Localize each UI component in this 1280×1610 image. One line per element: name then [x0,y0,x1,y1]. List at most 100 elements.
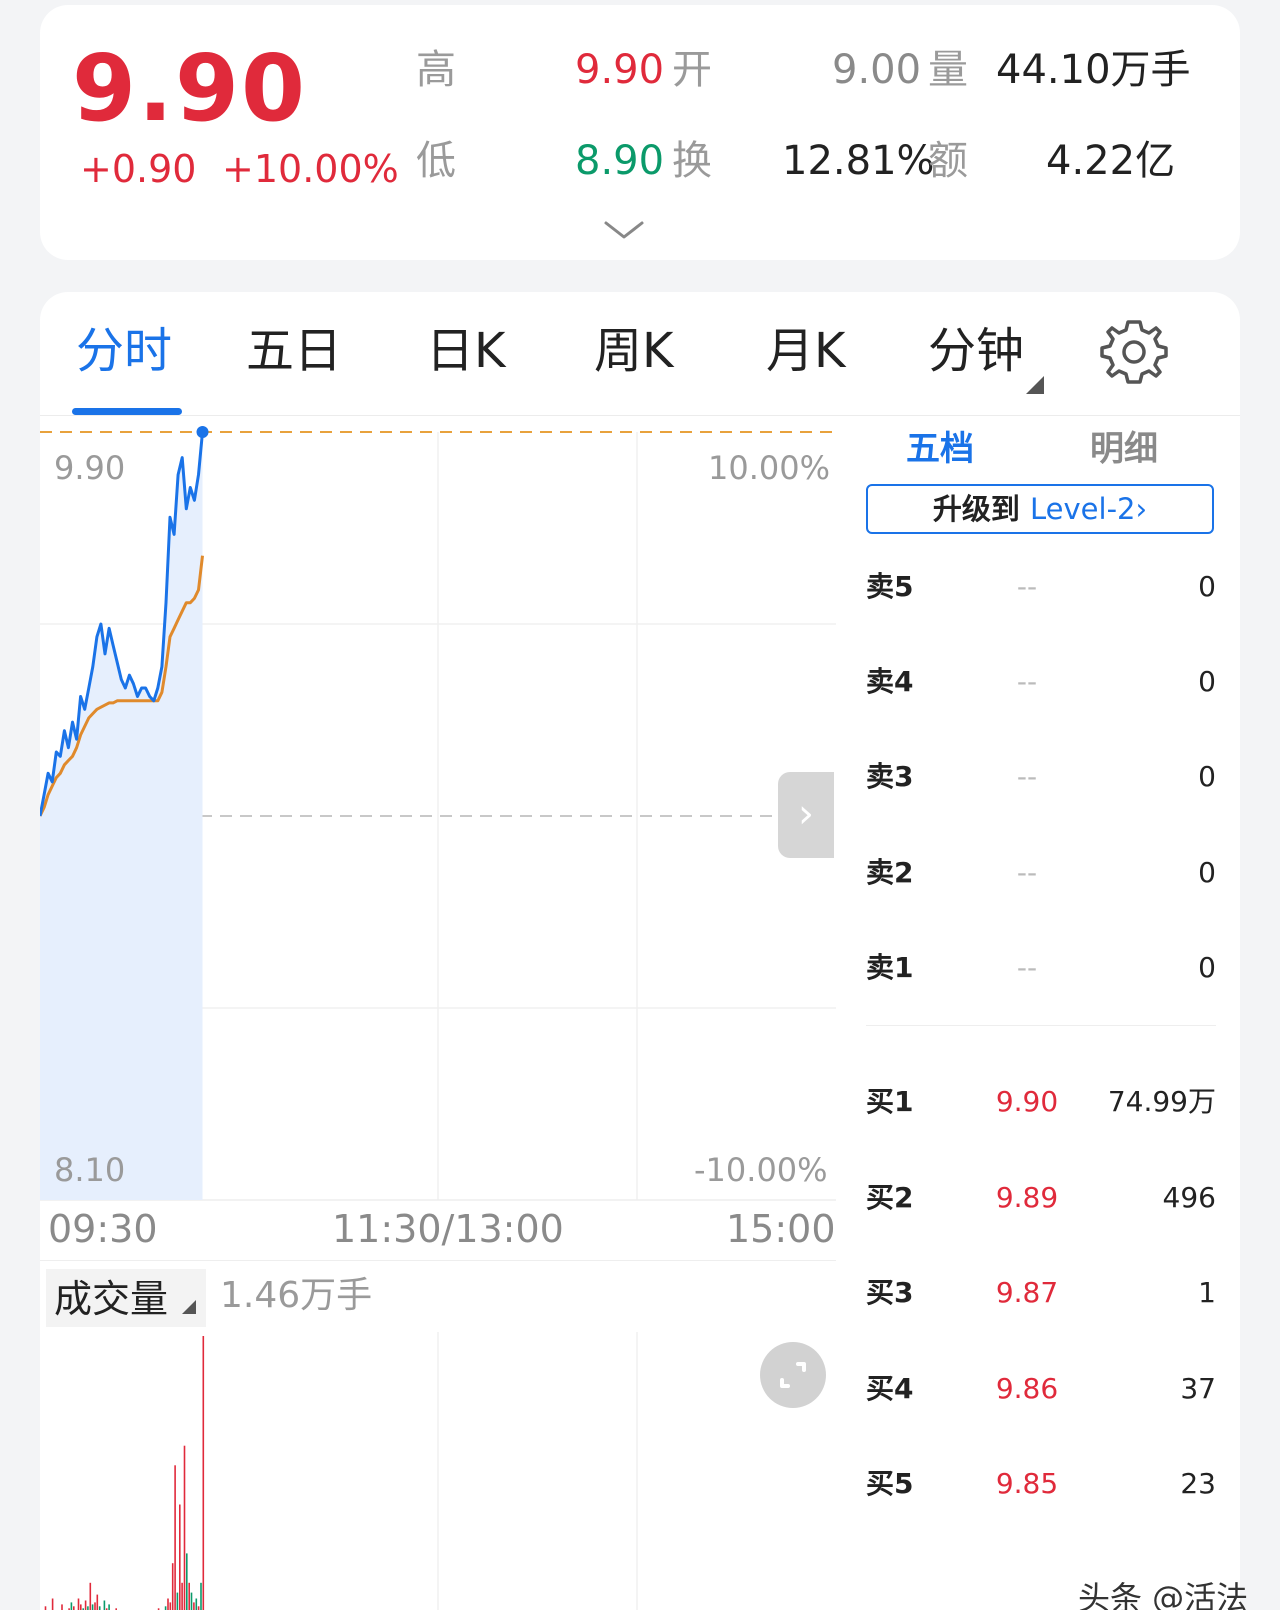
ob-volume: 496 [1162,1181,1216,1214]
volume-bar [195,1598,198,1610]
fullscreen-icon [780,1362,806,1388]
tab-five-levels[interactable]: 五档 [906,432,974,466]
ob-price: -- [1016,570,1038,603]
high-value: 9.90 [575,47,665,93]
turnover-value: 12.81% [782,138,935,184]
time-end-label: 15:00 [726,1207,836,1251]
chevron-right-icon: › [1135,492,1148,526]
volume-bar [70,1602,73,1610]
volume-bar [200,1582,202,1610]
ob-volume: 0 [1198,570,1216,603]
price-area-fill [40,432,203,1200]
upgrade-highlight: Level-2 [1030,492,1136,526]
volume-label: 量 [928,47,968,93]
ob-label: 买3 [866,1276,914,1309]
buy-level-3: 买3 9.87 1 [866,1273,1216,1313]
ob-volume: 74.99万 [1107,1085,1216,1118]
volume-bar [202,1336,205,1610]
time-start-label: 09:30 [48,1207,158,1251]
watermark: 头条 @活法 [1078,1579,1249,1610]
expand-panel-button[interactable]: › [778,772,834,858]
price-change-pct: +10.00% [222,147,399,191]
sell-level-1: 卖1 -- 0 [866,948,1216,988]
tab-five-day[interactable]: 五日 [246,327,342,375]
ob-label: 卖2 [866,856,914,889]
orderbook-divider [866,1025,1216,1026]
volume-bar [171,1563,174,1610]
dropdown-corner-icon [1026,376,1044,394]
ob-price: -- [1016,856,1038,889]
ob-label: 买4 [866,1372,914,1405]
tab-trade-details[interactable]: 明细 [1090,432,1158,466]
volume-bar [193,1602,195,1610]
ob-label: 卖3 [866,760,914,793]
price-change: +0.90 [80,147,197,191]
last-price: 9.90 [72,35,307,142]
ob-price: 9.87 [995,1276,1059,1309]
turnover-label: 换 [672,138,712,184]
volume-title: 成交量 [54,1277,169,1321]
volume-bar [61,1604,63,1610]
ob-label: 买2 [866,1181,914,1214]
intraday-price-chart[interactable] [40,424,836,1204]
amount-value: 4.22亿 [1046,138,1176,184]
active-tab-indicator [72,408,182,415]
last-price-dot [196,426,209,438]
volume-bar [181,1582,183,1610]
volume-chart [44,1332,638,1610]
volume-bar [89,1582,92,1610]
volume-bar [73,1606,75,1610]
volume-bar [84,1600,87,1610]
volume-bar [91,1604,94,1610]
volume-bar [94,1602,96,1610]
chart-card: 分时 五日 日K 周K 月K 分钟 9.90 10.00% 8.10 -10.0… [40,292,1240,1610]
amount-label: 额 [928,138,968,184]
pct-high-label: 10.00% [708,449,831,487]
volume-bar [190,1592,193,1610]
buy-level-5: 买5 9.85 23 [866,1464,1216,1504]
price-high-label: 9.90 [54,449,126,487]
chevron-down-icon[interactable] [603,218,645,242]
tab-divider [40,415,1240,416]
tab-monthly-k[interactable]: 月K [766,327,845,375]
time-mid-label: 11:30/13:00 [332,1207,564,1251]
volume-value: 1.46万手 [220,1275,373,1316]
volume-bar [164,1606,167,1610]
ob-price: -- [1016,760,1038,793]
ob-volume: 0 [1198,856,1216,889]
ob-volume: 37 [1180,1372,1216,1405]
ob-volume: 0 [1198,760,1216,793]
low-value: 8.90 [575,138,665,184]
volume-bar [44,1606,47,1610]
buy-level-4: 买4 9.86 37 [866,1369,1216,1409]
ob-price: 9.85 [995,1467,1059,1500]
gear-icon[interactable] [1098,316,1170,388]
upgrade-level2-button[interactable]: 升级到 Level-2› [866,484,1214,534]
ob-label: 买1 [866,1085,914,1118]
ob-price: -- [1016,951,1038,984]
tab-minute[interactable]: 分钟 [928,327,1024,375]
volume-dropdown-icon [182,1300,196,1314]
volume-bar [51,1598,54,1610]
fullscreen-button[interactable] [760,1342,826,1408]
tab-daily-k[interactable]: 日K [426,327,505,375]
tab-intraday[interactable]: 分时 [76,327,172,375]
volume-bar [98,1606,101,1610]
chevron-right-icon: › [798,791,814,837]
pct-low-label: -10.00% [694,1151,828,1189]
open-value: 9.00 [832,47,922,93]
volume-bar [80,1604,82,1610]
buy-level-2: 买2 9.89 496 [866,1178,1216,1218]
volume-bar [77,1598,80,1610]
volume-bar [169,1602,172,1610]
upgrade-prefix: 升级到 [932,492,1031,526]
ob-volume: 0 [1198,665,1216,698]
high-label: 高 [416,47,456,93]
ob-price: 9.86 [995,1372,1059,1405]
tab-weekly-k[interactable]: 周K [594,327,673,375]
ob-price: 9.90 [995,1085,1059,1118]
ob-price: -- [1016,665,1038,698]
sell-level-2: 卖2 -- 0 [866,853,1216,893]
buy-level-1: 买1 9.90 74.99万 [866,1082,1216,1122]
time-axis-divider [40,1260,836,1261]
